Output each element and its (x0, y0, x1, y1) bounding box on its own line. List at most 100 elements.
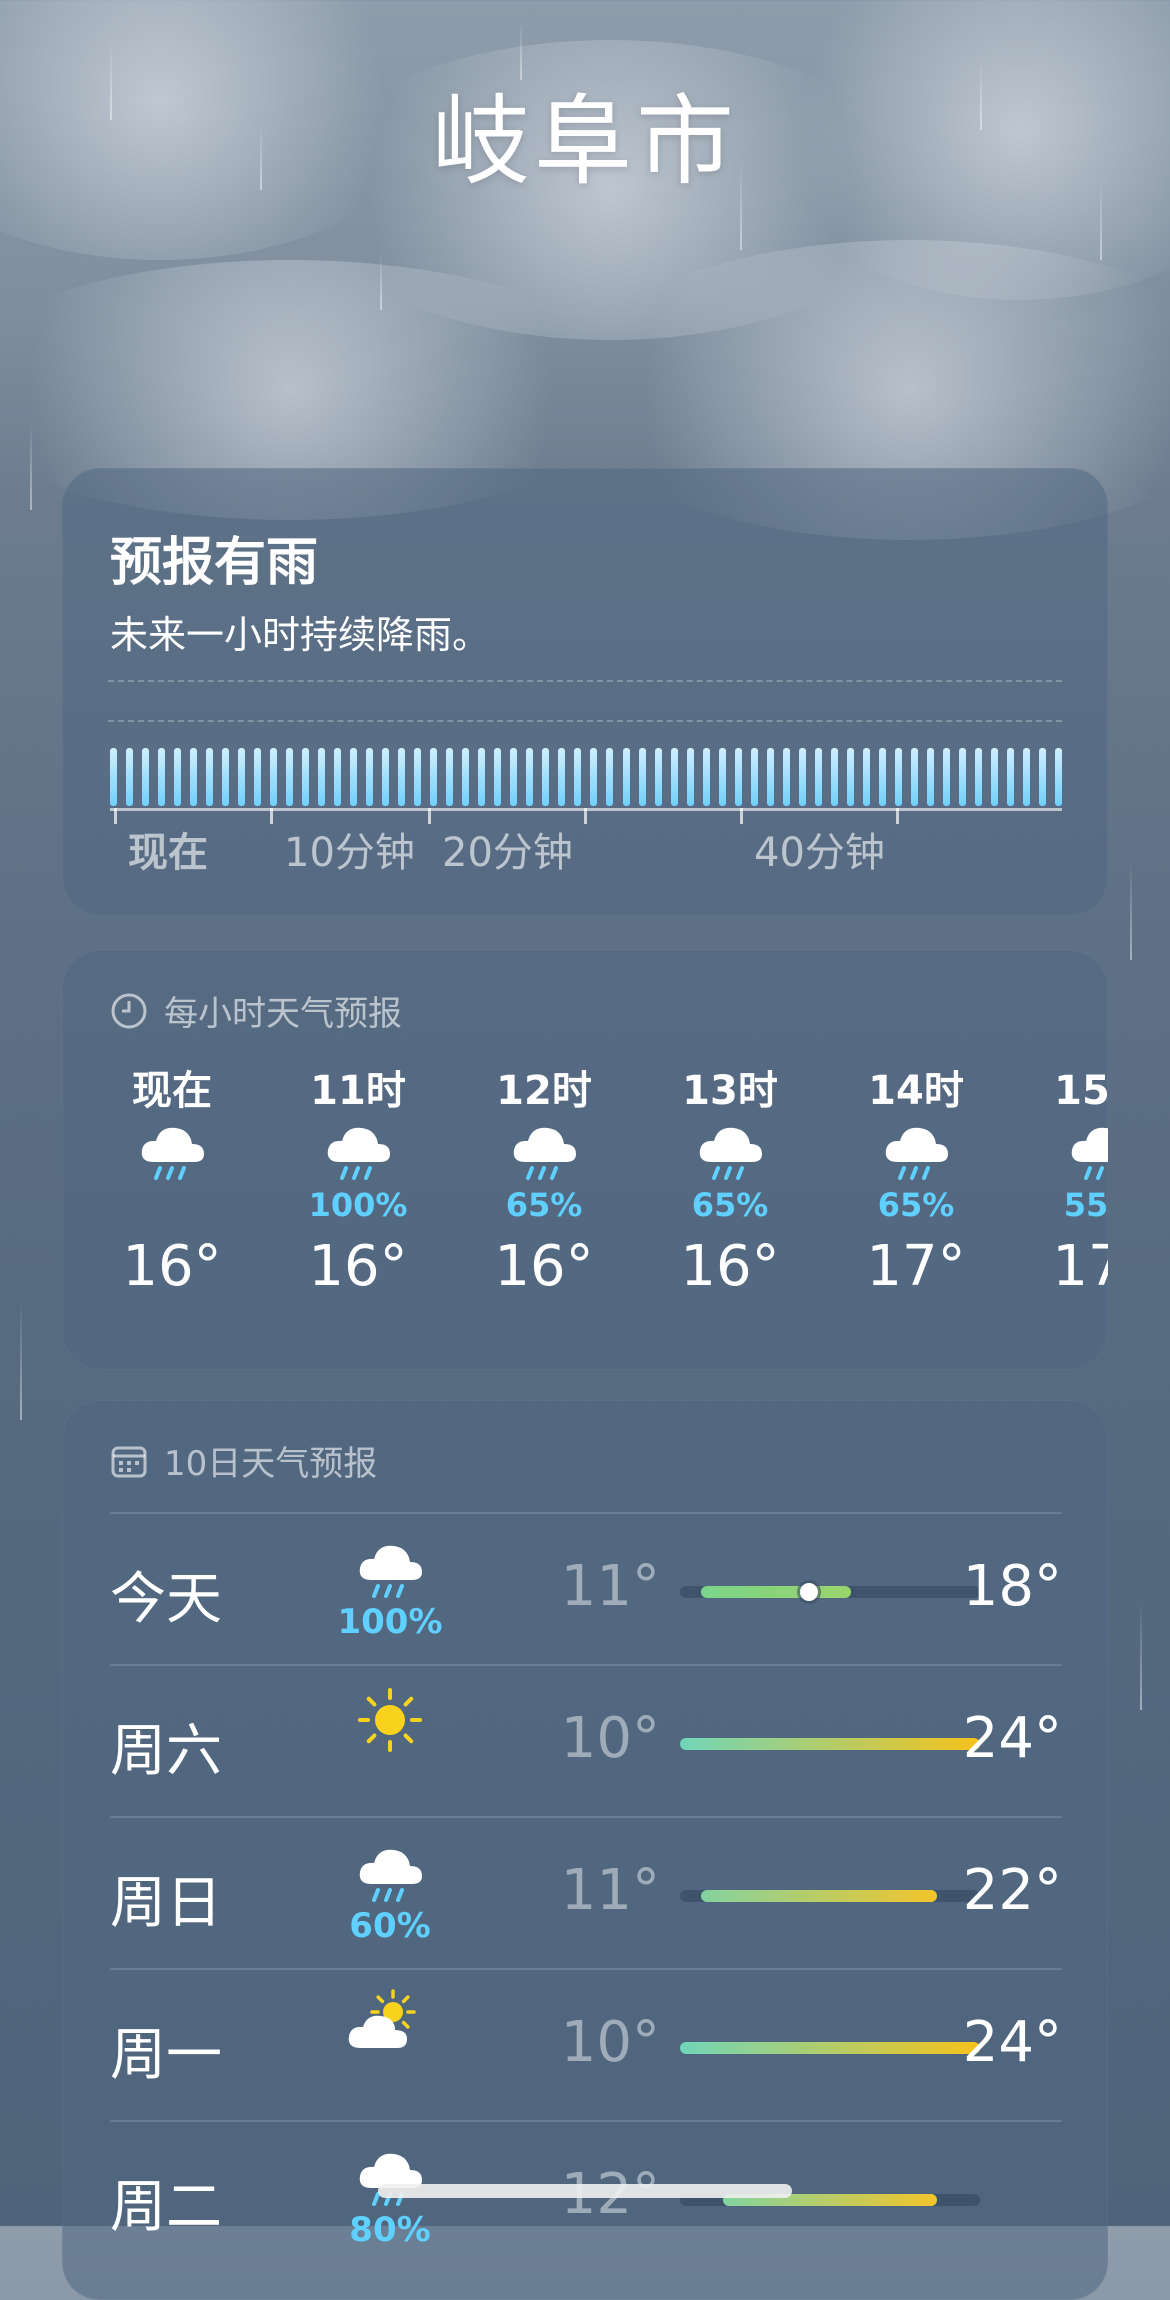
day-label: 今天 (110, 1567, 222, 1632)
hour-temperature: 16° (122, 1234, 222, 1299)
precip-title: 预报有雨 (110, 533, 319, 593)
hourly-item: 现在 16° (92, 1058, 252, 1299)
precip-bar (478, 748, 486, 806)
precip-bar (238, 748, 246, 806)
precipitation-card[interactable]: 预报有雨 未来一小时持续降雨。 现在 10分钟 20分钟 40分钟 (62, 468, 1108, 916)
hour-temperature: 17° (866, 1234, 966, 1299)
cloud-rain-icon (330, 2140, 450, 2220)
precip-bar (1006, 748, 1014, 806)
precip-bar (638, 748, 646, 806)
hour-precip-chance: 100% (308, 1186, 408, 1224)
day-high-temp: 22° (962, 1858, 1062, 1923)
precip-bar (366, 748, 374, 806)
precip-bar (750, 748, 758, 806)
hourly-scroll[interactable]: 现在 16° 11时 100% 16° 12时 65% 16° 13时 65% 16° 14时 65% 1… (92, 1058, 1108, 1358)
current-temp-dot (799, 1583, 818, 1601)
day-precip-chance: 60% (349, 1906, 431, 1946)
tick-30 (584, 808, 587, 824)
hourly-header: 每小时天气预报 (110, 986, 402, 1035)
day-high-temp: 18° (962, 1554, 1062, 1619)
day-low-temp: 11° (560, 1554, 660, 1619)
day-high-temp: 24° (962, 1706, 1062, 1771)
hourly-header-label: 每小时天气预报 (164, 994, 402, 1034)
daily-row[interactable]: 今天 100% 11° 18° (110, 1512, 1062, 1666)
precip-bar (350, 748, 358, 806)
precip-bar (158, 748, 166, 806)
precip-bar (878, 748, 886, 806)
precip-bar (542, 748, 550, 806)
precip-bar (1038, 748, 1046, 806)
hour-time: 12时 (496, 1068, 592, 1114)
precip-bar (814, 748, 822, 806)
precip-bar (718, 748, 726, 806)
home-indicator[interactable] (378, 2184, 792, 2198)
day-precip-chance: 80% (349, 2210, 431, 2250)
precip-bar (222, 748, 230, 806)
sun-icon (330, 1684, 450, 1764)
hourly-item: 15时 55% 17° (1022, 1058, 1108, 1299)
precip-bar (958, 748, 966, 806)
calendar-icon (110, 1442, 148, 1480)
day-label: 周一 (110, 2023, 222, 2088)
hourly-item: 13时 65% 16° (650, 1058, 810, 1299)
daily-header-label: 10日天气预报 (164, 1444, 378, 1484)
daily-row[interactable]: 周日 60% 11° 22° (110, 1816, 1062, 1970)
precip-subtitle: 未来一小时持续降雨。 (110, 613, 491, 657)
cloud-rain-icon (278, 1114, 438, 1186)
precip-bar (862, 748, 870, 806)
daily-row[interactable]: 周一 10° 24° (110, 1968, 1062, 2122)
precip-bar (334, 748, 342, 806)
precip-bar (414, 748, 422, 806)
precip-bar (894, 748, 902, 806)
daily-row[interactable]: 周六 10° 24° (110, 1664, 1062, 1818)
hour-precip-chance: 55% (1063, 1186, 1108, 1224)
hourly-forecast-card[interactable]: 每小时天气预报 现在 16° 11时 100% 16° 12时 65% 16° 13时 65% 16… (62, 950, 1108, 1370)
axis-label-20min: 20分钟 (442, 830, 573, 876)
day-label: 周日 (110, 1871, 222, 1936)
precip-bar (606, 748, 614, 806)
ten-day-forecast-card[interactable]: 10日天气预报 今天 100% 11° 18° 周六 10° 24° 周日 60% 11° 22° 周… (62, 1400, 1108, 2300)
cloud-rain-icon (1022, 1114, 1108, 1186)
precip-bar (142, 748, 150, 806)
precip-bar (510, 748, 518, 806)
precip-intensity-bars (110, 748, 1062, 806)
hour-temperature: 16° (308, 1234, 408, 1299)
precip-bar (942, 748, 950, 806)
tick-10 (270, 808, 273, 824)
precip-bar (1054, 748, 1062, 806)
precip-bar (766, 748, 774, 806)
axis-label-now: 现在 (128, 830, 208, 876)
axis-label-40min: 40分钟 (754, 830, 885, 876)
precip-bar (798, 748, 806, 806)
axis-label-10min: 10分钟 (284, 830, 415, 876)
precip-bar (926, 748, 934, 806)
precip-bar (126, 748, 134, 806)
hour-time: 现在 (132, 1068, 212, 1114)
hourly-item: 12时 65% 16° (464, 1058, 624, 1299)
tick-20 (428, 808, 431, 824)
clock-icon (110, 992, 148, 1030)
cloud-rain-icon (464, 1114, 624, 1186)
precip-bar (846, 748, 854, 806)
precip-bar (526, 748, 534, 806)
cloud-rain-icon (92, 1114, 252, 1186)
precip-bar (462, 748, 470, 806)
precip-bar (734, 748, 742, 806)
temp-range-track (680, 1890, 980, 1902)
hourly-item: 14时 65% 17° (836, 1058, 996, 1299)
precip-bar (270, 748, 278, 806)
precip-bar (910, 748, 918, 806)
tick-50 (896, 808, 899, 824)
hour-time: 11时 (310, 1068, 406, 1114)
temp-range-track (680, 1583, 980, 1601)
day-low-temp: 10° (560, 1706, 660, 1771)
precip-bar (558, 748, 566, 806)
day-label: 周二 (110, 2175, 222, 2240)
precip-bar (206, 748, 214, 806)
hour-precip-chance: 65% (505, 1186, 583, 1224)
hour-time: 14时 (868, 1068, 964, 1114)
day-low-temp: 11° (560, 1858, 660, 1923)
cloud-rain-icon (836, 1114, 996, 1186)
precip-bar (446, 748, 454, 806)
temp-range-fill (680, 2042, 980, 2054)
